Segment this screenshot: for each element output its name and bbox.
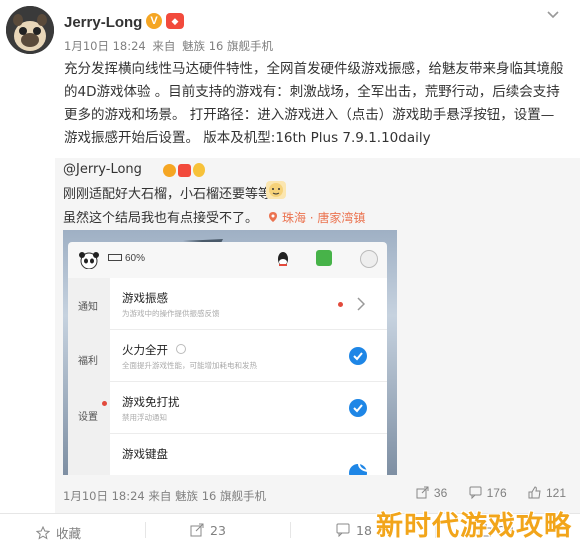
comment-icon — [469, 486, 482, 500]
emoji-icon — [266, 181, 286, 199]
site-watermark: 新时代游戏攻略 — [376, 511, 572, 542]
repost-time[interactable]: 1月10日 18:24 — [63, 489, 145, 503]
weibo-logo-icon — [358, 454, 384, 472]
vip-icon — [178, 164, 191, 177]
repost-actions: 36 176 121 — [398, 486, 566, 500]
attached-image[interactable]: 60% 通知 福利 设置 游戏振感 为游戏中的操作提供振感反馈 火力全开 全面提… — [63, 230, 397, 475]
notification-dot — [102, 401, 107, 406]
check-icon — [349, 399, 367, 417]
verified-icon: V — [146, 13, 162, 29]
row-title: 火力全开 — [122, 343, 168, 357]
favorite-label: 收藏 — [56, 526, 82, 541]
settings-row: 游戏键盘 — [110, 434, 387, 475]
location-pin-icon — [269, 212, 278, 222]
row-subtitle: 全面提升游戏性能，可能增加耗电和发热 — [122, 361, 257, 370]
settings-row: 火力全开 全面提升游戏性能，可能增加耗电和发热 — [110, 330, 387, 382]
repost-author[interactable]: @Jerry-Long — [63, 162, 142, 177]
screenshot-sidebar: 通知 福利 设置 — [68, 278, 110, 475]
location-text: 珠海 · 唐家湾镇 — [281, 211, 366, 225]
qq-icon — [278, 252, 288, 266]
screenshot-topbar: 60% — [68, 242, 387, 278]
bulb-icon — [193, 163, 205, 177]
share-icon — [190, 523, 204, 537]
share-count: 36 — [433, 486, 448, 500]
repost-source[interactable]: 魅族 16 旗舰手机 — [175, 489, 266, 503]
post-time[interactable]: 1月10日 18:24 — [64, 39, 146, 53]
username[interactable]: Jerry-Long — [64, 14, 142, 31]
row-subtitle: 禁用浮动通知 — [122, 413, 167, 422]
side-item-welfare: 福利 — [78, 356, 98, 367]
repost-meta: 1月10日 18:24 来自 魅族 16 旗舰手机 — [63, 488, 266, 504]
post-source[interactable]: 魅族 16 旗舰手机 — [182, 39, 273, 53]
repost-like-button[interactable]: 121 — [528, 486, 566, 500]
star-icon — [35, 525, 51, 540]
comment-button[interactable]: 18 — [336, 523, 372, 538]
chevron-down-icon — [360, 250, 378, 268]
notification-dot — [338, 302, 343, 307]
settings-row: 游戏免打扰 禁用浮动通知 — [110, 382, 387, 434]
share-count: 23 — [210, 523, 226, 538]
repost-text: 虽然这个结局我也有点接受不了。 — [63, 211, 259, 226]
source-prefix: 来自 — [152, 39, 176, 53]
vip-icon: ◆ — [166, 13, 184, 29]
panda-icon — [79, 252, 99, 269]
repost-comment-button[interactable]: 176 — [469, 486, 507, 500]
repost-share-button[interactable]: 36 — [416, 486, 447, 500]
check-icon — [349, 347, 367, 365]
row-title: 游戏键盘 — [122, 447, 168, 461]
share-button[interactable]: 23 — [190, 523, 226, 538]
location-link[interactable]: 珠海 · 唐家湾镇 — [268, 211, 365, 225]
settings-row: 游戏振感 为游戏中的操作提供振感反馈 — [110, 278, 387, 330]
chevron-right-icon — [357, 297, 365, 311]
post-meta: 1月10日 18:24 来自 魅族 16 旗舰手机 — [64, 38, 276, 54]
row-title: 游戏免打扰 — [122, 395, 180, 409]
source-prefix: 来自 — [148, 489, 172, 503]
weibo-post: Jerry-Long V ◆ 1月10日 18:24 来自 魅族 16 旗舰手机… — [0, 0, 580, 545]
info-icon — [176, 344, 186, 354]
side-item-settings: 设置 — [78, 412, 98, 423]
chevron-down-icon[interactable] — [546, 8, 560, 22]
comment-icon — [336, 523, 350, 538]
repost-text-line2: 虽然这个结局我也有点接受不了。 珠海 · 唐家湾镇 — [63, 207, 365, 226]
verified-icon — [163, 164, 176, 177]
post-text: 充分发挥横向线性马达硬件特性，全网首发硬件级游戏振感，给魅友带来身临其境般的4D… — [64, 61, 564, 146]
repost-text-line1: 刚刚适配好大石榴，小石榴还要等等。 — [63, 187, 285, 202]
avatar[interactable] — [6, 6, 54, 54]
row-subtitle: 为游戏中的操作提供振感反馈 — [122, 309, 220, 318]
battery-level: 60% — [108, 253, 145, 264]
repost-card: @Jerry-Long 刚刚适配好大石榴，小石榴还要等等。 虽然这个结局我也有点… — [55, 158, 580, 513]
like-count: 121 — [545, 486, 566, 500]
thumbs-up-icon — [528, 486, 541, 499]
wechat-icon — [316, 250, 332, 266]
divider — [145, 522, 146, 538]
favorite-button[interactable]: 收藏 — [35, 523, 82, 542]
divider — [290, 522, 291, 538]
row-title: 游戏振感 — [122, 291, 168, 305]
screenshot-settings-list: 游戏振感 为游戏中的操作提供振感反馈 火力全开 全面提升游戏性能，可能增加耗电和… — [110, 278, 387, 475]
share-icon — [416, 486, 429, 499]
comment-count: 18 — [356, 523, 372, 538]
side-item-notify: 通知 — [78, 302, 98, 313]
comment-count: 176 — [486, 486, 507, 500]
